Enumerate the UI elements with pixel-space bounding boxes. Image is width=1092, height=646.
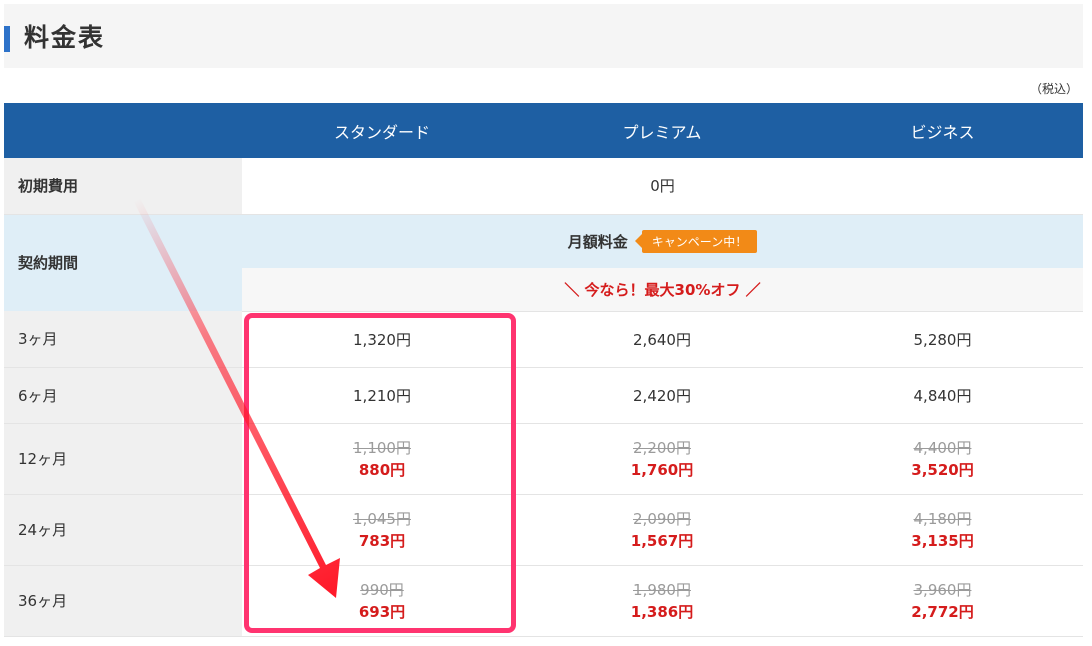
- table-row: 24ヶ月 1,045円 783円 2,090円 1,567円 4,180円 3,135…: [4, 494, 1083, 566]
- plan-header-business: ビジネス: [802, 103, 1083, 158]
- discount-price: 2,772円: [911, 602, 974, 621]
- discount-price: 1,386円: [630, 602, 694, 621]
- period-label: 3ヶ月: [4, 311, 242, 368]
- promo-text: ＼ 今なら！最大30%オフ ／: [564, 280, 761, 299]
- table-row: 6ヶ月 1,210円 2,420円 4,840円: [4, 367, 1083, 424]
- table-row: 12ヶ月 1,100円 880円 2,200円 1,760円 4,400円 3,520…: [4, 423, 1083, 495]
- price-cell: 4,400円 3,520円: [802, 423, 1083, 495]
- price-cell: 4,180円 3,135円: [802, 494, 1083, 566]
- promo-cell: ＼ 今なら！最大30%オフ ／: [242, 268, 1083, 312]
- regular-price: 1,100円: [353, 438, 411, 457]
- price-value: 1,210円: [353, 386, 411, 405]
- price-cell: 2,420円: [522, 367, 802, 424]
- price-value: 5,280円: [913, 330, 972, 349]
- campaign-badge: キャンペーン中！: [641, 229, 758, 253]
- discount-price: 880円: [358, 460, 406, 479]
- regular-price: 4,400円: [913, 438, 972, 457]
- table-row: 3ヶ月 1,320円 2,640円 5,280円: [4, 311, 1083, 368]
- regular-price: 990円: [360, 580, 404, 599]
- regular-price: 3,960円: [913, 580, 972, 599]
- price-cell: 1,045円 783円: [242, 494, 522, 566]
- period-label: 12ヶ月: [4, 423, 242, 495]
- plan-header-premium: プレミアム: [522, 103, 802, 158]
- price-cell: 3,960円 2,772円: [802, 565, 1083, 637]
- price-value: 4,840円: [913, 386, 972, 405]
- discount-price: 1,760円: [630, 460, 694, 479]
- initial-fee-row: 初期費用 0円: [4, 158, 1083, 215]
- price-cell: 990円 693円: [242, 565, 522, 637]
- discount-price: 3,520円: [911, 460, 974, 479]
- price-cell: 2,200円 1,760円: [522, 423, 802, 495]
- title-accent-bar: [4, 26, 10, 52]
- initial-fee-label: 初期費用: [4, 158, 242, 215]
- regular-price: 2,200円: [633, 438, 691, 457]
- discount-price: 783円: [358, 531, 406, 550]
- tax-note: （税込）: [1029, 82, 1078, 96]
- discount-price: 693円: [358, 602, 406, 621]
- table-header-row: スタンダード プレミアム ビジネス: [4, 103, 1083, 158]
- plan-header-standard: スタンダード: [242, 103, 522, 158]
- price-cell: 1,100円 880円: [242, 423, 522, 495]
- regular-price: 4,180円: [913, 509, 972, 528]
- price-cell: 2,640円: [522, 311, 802, 368]
- price-cell: 4,840円: [802, 367, 1083, 424]
- monthly-fee-label: 月額料金: [567, 232, 628, 251]
- price-cell: 1,320円: [242, 311, 522, 368]
- period-label: 36ヶ月: [4, 565, 242, 637]
- discount-price: 3,135円: [911, 531, 974, 550]
- price-table: スタンダード プレミアム ビジネス 初期費用 0円 契約期間 月額料金 キャンペ…: [4, 103, 1083, 637]
- price-cell: 1,980円 1,386円: [522, 565, 802, 637]
- page-title: 料金表: [24, 23, 106, 52]
- initial-fee-value: 0円: [242, 158, 1083, 215]
- regular-price: 2,090円: [633, 509, 691, 528]
- header-empty-cell: [4, 103, 242, 158]
- regular-price: 1,980円: [633, 580, 691, 599]
- regular-price: 1,045円: [353, 509, 411, 528]
- period-label: 24ヶ月: [4, 494, 242, 566]
- table-row: 36ヶ月 990円 693円 1,980円 1,386円 3,960円 2,772円: [4, 565, 1083, 637]
- contract-period-label: 契約期間: [4, 214, 242, 311]
- price-value: 2,640円: [633, 330, 691, 349]
- price-value: 2,420円: [633, 386, 691, 405]
- period-label: 6ヶ月: [4, 367, 242, 424]
- price-cell: 5,280円: [802, 311, 1083, 368]
- price-value: 1,320円: [353, 330, 411, 349]
- monthly-header-row: 契約期間 月額料金 キャンペーン中！: [4, 214, 1083, 311]
- discount-price: 1,567円: [630, 531, 694, 550]
- price-cell: 2,090円 1,567円: [522, 494, 802, 566]
- price-cell: 1,210円: [242, 367, 522, 424]
- section-header: 料金表: [4, 4, 1083, 68]
- monthly-fee-cell: 月額料金 キャンペーン中！: [242, 214, 1083, 268]
